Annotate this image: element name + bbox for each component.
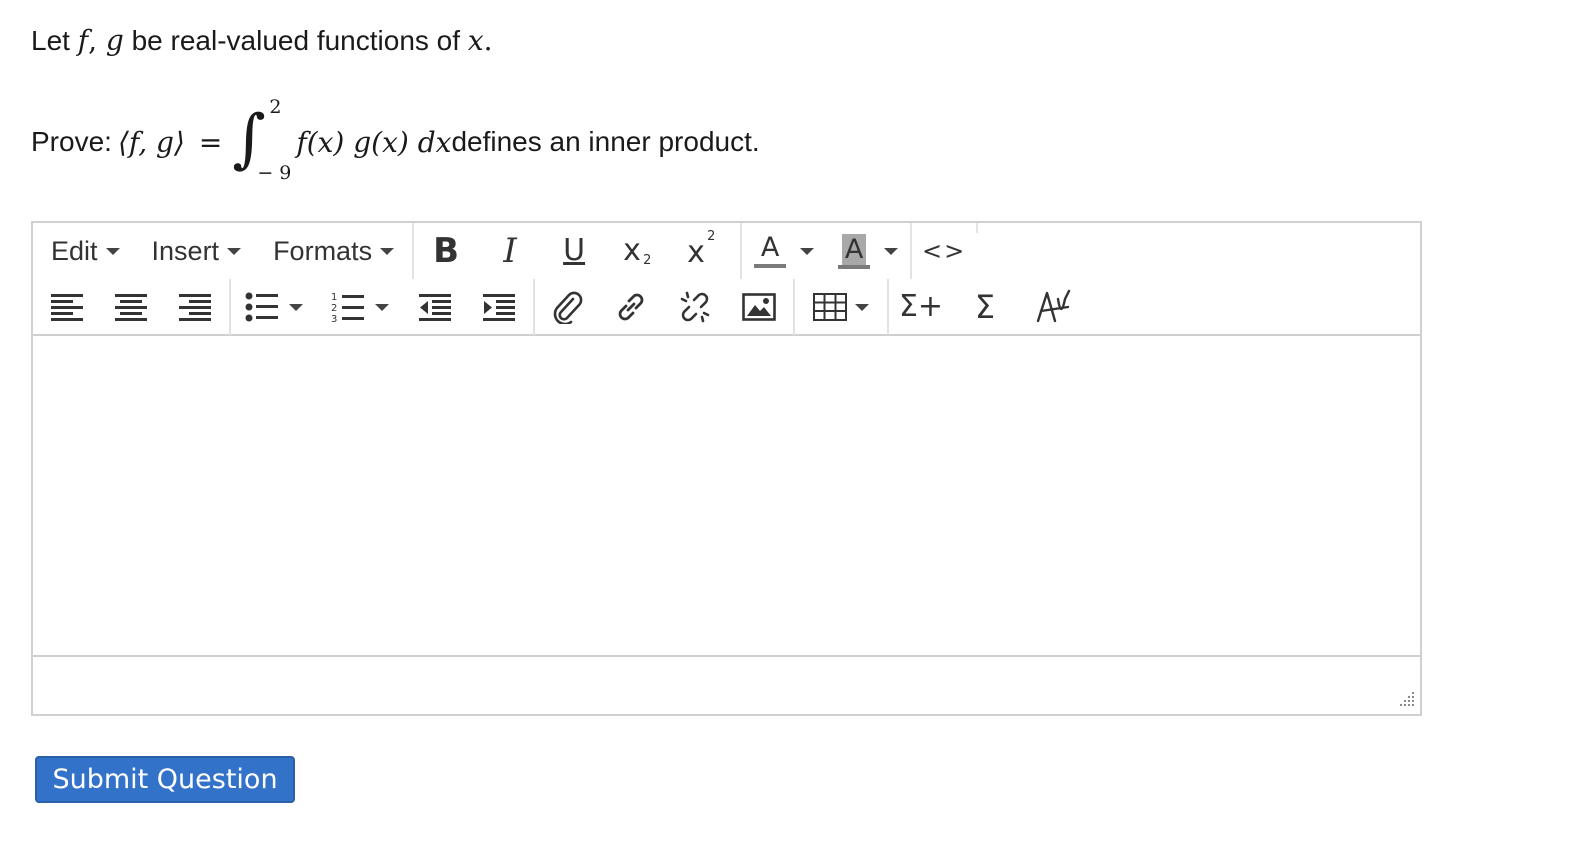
text-color-icon: A — [754, 234, 787, 268]
line1-end: . — [483, 24, 493, 57]
integral-lower-limit: − 9 — [257, 162, 292, 184]
math-x: x — [467, 24, 484, 57]
numbered-list-button[interactable]: 123 — [317, 279, 403, 335]
insert-equation-button[interactable]: Σ+ — [889, 279, 953, 335]
chevron-down-icon — [375, 303, 389, 311]
sigma-plus-icon: Σ+ — [898, 289, 944, 324]
prove-label: Prove: — [31, 126, 112, 157]
align-center-icon — [115, 294, 147, 321]
integral-upper-limit: 2 — [269, 96, 282, 118]
chevron-down-icon — [105, 247, 120, 255]
resize-handle-icon[interactable] — [1396, 690, 1416, 710]
underline-button[interactable]: U — [542, 223, 606, 279]
image-icon — [742, 293, 776, 321]
integrand: f(x) g(x) dx — [296, 125, 452, 159]
equals-sign: = — [198, 125, 223, 159]
decrease-indent-button[interactable] — [403, 279, 467, 335]
align-right-button[interactable] — [163, 279, 227, 335]
svg-text:2: 2 — [331, 303, 337, 314]
handwriting-button[interactable] — [1021, 279, 1085, 335]
equation-editor-button[interactable]: Σ — [953, 279, 1017, 335]
chevron-down-icon — [855, 303, 869, 311]
editor-statusbar — [33, 657, 1420, 714]
insert-table-button[interactable] — [795, 279, 887, 335]
chevron-down-icon — [884, 247, 899, 255]
underline-icon: U — [563, 233, 586, 268]
decrease-indent-icon — [419, 294, 451, 321]
problem-statement-line2: Prove: ⟨f, g⟩ = ∫ 2 − 9 f(x) g(x) dx def… — [31, 96, 760, 188]
submit-question-button[interactable]: Submit Question — [35, 756, 295, 803]
background-color-bar — [838, 264, 871, 269]
background-color-icon: A — [838, 233, 871, 269]
bullet-list-button[interactable] — [231, 279, 317, 335]
chevron-down-icon — [800, 247, 815, 255]
problem-statement-line1: Let f, g be real-valued functions of x. — [31, 24, 493, 57]
edit-menu-label: Edit — [51, 235, 98, 266]
toolbar-row-2: 123 Σ+ Σ — [33, 279, 1085, 335]
table-icon — [813, 293, 847, 321]
formats-menu-label: Formats — [273, 235, 373, 266]
editor-toolbar: Edit Insert Formats B I U x 2 x 2 A A <>… — [33, 223, 1420, 336]
text-color-button[interactable]: A — [742, 223, 826, 279]
chevron-down-icon — [289, 303, 303, 311]
italic-icon: I — [503, 231, 517, 271]
link-icon — [618, 293, 644, 321]
insert-menu-button[interactable]: Insert — [134, 223, 256, 279]
svg-text:3: 3 — [331, 314, 337, 324]
sigma-icon: Σ — [974, 288, 996, 326]
bold-icon: B — [433, 231, 460, 271]
subscript-icon: x 2 — [623, 233, 652, 268]
insert-image-button[interactable] — [727, 279, 791, 335]
numbered-list-icon: 123 — [331, 292, 364, 324]
insert-menu-label: Insert — [151, 235, 220, 266]
chevron-down-icon — [227, 247, 242, 255]
subscript-button[interactable]: x 2 — [606, 223, 670, 279]
toolbar-divider — [976, 223, 979, 233]
paperclip-icon — [553, 291, 583, 324]
math-comma: , — [88, 24, 106, 57]
source-code-button[interactable]: <> — [912, 223, 976, 279]
source-code-icon: <> — [921, 237, 967, 265]
editor-content-area[interactable] — [33, 336, 1420, 657]
insert-link-button[interactable] — [599, 279, 663, 335]
handwriting-icon — [1036, 289, 1071, 323]
align-left-button[interactable] — [35, 279, 99, 335]
bullet-list-icon — [245, 292, 278, 322]
superscript-button[interactable]: x 2 — [670, 223, 734, 279]
toolbar-row-1: Edit Insert Formats B I U x 2 x 2 A A <> — [33, 223, 979, 279]
formats-menu-button[interactable]: Formats — [255, 223, 412, 279]
integral-expression: ∫ 2 − 9 — [232, 96, 292, 188]
line1-middle: be real-valued functions of — [123, 25, 468, 56]
increase-indent-button[interactable] — [467, 279, 531, 335]
increase-indent-icon — [483, 294, 515, 321]
align-right-icon — [179, 294, 211, 321]
edit-menu-button[interactable]: Edit — [33, 223, 134, 279]
italic-button[interactable]: I — [478, 223, 542, 279]
attach-file-button[interactable] — [535, 279, 599, 335]
math-f: f — [77, 24, 89, 57]
inner-product-lhs: ⟨f, g⟩ — [117, 125, 185, 159]
superscript-icon: x 2 — [687, 229, 716, 270]
chevron-down-icon — [380, 247, 395, 255]
bold-button[interactable]: B — [414, 223, 478, 279]
text-color-bar — [754, 264, 787, 268]
align-left-icon — [51, 294, 83, 321]
align-center-button[interactable] — [99, 279, 163, 335]
line1-prefix: Let — [31, 25, 78, 56]
math-g: g — [105, 24, 124, 57]
unlink-icon — [680, 291, 710, 323]
background-color-button[interactable]: A — [826, 223, 910, 279]
rich-text-editor: Edit Insert Formats B I U x 2 x 2 A A <>… — [31, 221, 1422, 716]
line2-suffix: defines an inner product. — [451, 126, 760, 157]
remove-link-button[interactable] — [663, 279, 727, 335]
svg-text:1: 1 — [331, 292, 337, 303]
